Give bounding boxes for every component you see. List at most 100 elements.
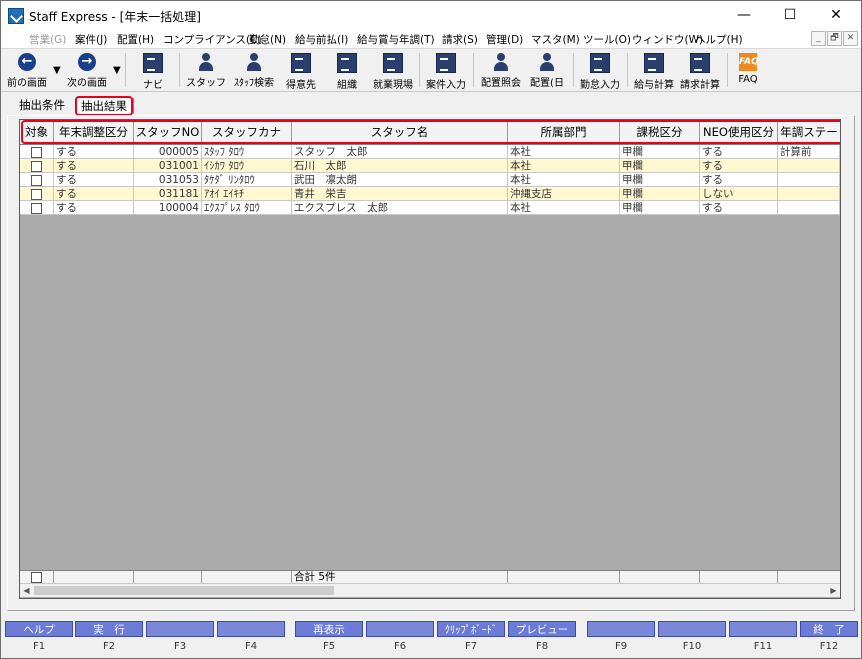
f7-clipboard-button[interactable]: ｸﾘｯﾌﾟﾎﾞｰﾄﾞ	[437, 621, 505, 637]
f12-key-label: F12	[819, 641, 839, 652]
total-count: 合計 5件	[292, 571, 508, 583]
table-row[interactable]: する 000005 ｽﾀｯﾌ ﾀﾛｳ スタッフ 太郎 本社 甲欄 する 計算前	[20, 145, 840, 159]
row-checkbox[interactable]	[31, 161, 42, 172]
table-row[interactable]: する 100004 ｴｸｽﾌﾟﾚｽ ﾀﾛｳ エクスプレス 太郎 本社 甲欄 する	[20, 201, 840, 215]
menu-compliance[interactable]: コンプライアンス(C)	[163, 32, 262, 47]
payroll-calc-icon	[644, 53, 664, 73]
col-year-end-adjustment[interactable]: 年末調整区分	[54, 120, 134, 144]
f5-key-label: F5	[322, 641, 336, 652]
f5-refresh-button[interactable]: 再表示	[295, 621, 363, 637]
faq-icon: FAQ	[739, 53, 759, 71]
staff-search-button[interactable]: ｽﾀｯﾌ検索	[229, 51, 279, 89]
cell-tax-category: 甲欄	[620, 145, 700, 159]
scroll-left-icon[interactable]: ◀	[20, 584, 33, 597]
next-screen-dropdown[interactable]: ▼	[113, 65, 121, 76]
navi-icon	[143, 53, 163, 73]
col-staff-name[interactable]: スタッフ名	[292, 120, 508, 144]
table-row[interactable]: する 031001 ｲｼｶﾜ ﾀﾛｳ 石川 太郎 本社 甲欄 する	[20, 159, 840, 173]
f9-button[interactable]	[587, 621, 655, 637]
f2-key-label: F2	[102, 641, 116, 652]
worksite-button[interactable]: 就業現場	[371, 51, 415, 91]
f11-button[interactable]	[729, 621, 797, 637]
faq-label: FAQ	[738, 74, 758, 85]
function-key-bar: ヘルプ 実 行 再表示 ｸﾘｯﾌﾟﾎﾞｰﾄﾞ プレビュー 終 了 F1 F2 F…	[1, 621, 861, 658]
minimize-button[interactable]: —	[721, 1, 767, 30]
scroll-right-icon[interactable]: ▶	[827, 584, 840, 597]
tab-extraction-conditions[interactable]: 抽出条件	[15, 96, 69, 114]
horizontal-scrollbar[interactable]: ◀ ▶	[20, 583, 840, 597]
col-target[interactable]: 対象	[20, 120, 54, 144]
col-staff-no[interactable]: スタッフNO	[134, 120, 202, 144]
next-screen-button[interactable]: → 次の画面	[63, 51, 111, 89]
menu-window[interactable]: ウィンドウ(W)	[632, 32, 703, 47]
row-checkbox[interactable]	[31, 203, 42, 214]
f3-button[interactable]	[146, 621, 214, 637]
cell-nencho-status	[778, 187, 840, 201]
menu-help[interactable]: ヘルプ(H)	[695, 32, 743, 47]
placement-daily-button[interactable]: 配置(日	[525, 51, 569, 89]
prev-screen-dropdown[interactable]: ▼	[53, 65, 61, 76]
cell-staff-name: スタッフ 太郎	[292, 145, 508, 159]
f2-execute-button[interactable]: 実 行	[75, 621, 143, 637]
cell-staff-kana: ｲｼｶﾜ ﾀﾛｳ	[202, 159, 292, 173]
placement-inquiry-button[interactable]: 配置照会	[477, 51, 525, 89]
prev-screen-button[interactable]: ← 前の画面	[3, 51, 51, 89]
toolbar-separator	[125, 53, 126, 87]
menu-anken[interactable]: 案件(J)	[75, 32, 107, 47]
arrow-right-icon: →	[78, 53, 96, 71]
navi-label: ナビ	[143, 80, 163, 91]
col-nencho-status[interactable]: 年調ステー	[778, 120, 840, 144]
table-row[interactable]: する 031181 ｱｵｲ ｴｲｷﾁ 青井 栄吉 沖縄支店 甲欄 しない	[20, 187, 840, 201]
table-row[interactable]: する 031053 ﾀｹﾀﾞ ﾘﾝﾀﾛｳ 武田 凛太朗 本社 甲欄 する	[20, 173, 840, 187]
staff-button[interactable]: スタッフ	[183, 51, 229, 89]
f12-exit-button[interactable]: 終 了	[800, 621, 858, 637]
menu-kyuyo-shoyo-nencho[interactable]: 給与賞与年調(T)	[357, 32, 435, 47]
payroll-calc-button[interactable]: 給与計算	[631, 51, 677, 91]
navi-button[interactable]: ナビ	[131, 51, 175, 91]
menu-kyuyo-maebarai[interactable]: 給与前払(I)	[295, 32, 348, 47]
case-entry-button[interactable]: 案件入力	[423, 51, 469, 91]
row-checkbox-cell	[20, 159, 54, 173]
f1-key-label: F1	[32, 641, 46, 652]
f10-button[interactable]	[658, 621, 726, 637]
f4-button[interactable]	[217, 621, 285, 637]
attendance-entry-button[interactable]: 勤怠入力	[577, 51, 623, 91]
client-button[interactable]: 得意先	[281, 51, 321, 91]
f3-key-label: F3	[173, 641, 187, 652]
maximize-button[interactable]: ☐	[767, 1, 813, 30]
cell-staff-name: エクスプレス 太郎	[292, 201, 508, 215]
tab-extraction-results[interactable]: 抽出結果	[75, 96, 133, 116]
row-checkbox[interactable]	[31, 147, 42, 158]
toolbar-separator	[727, 53, 728, 87]
select-all-checkbox[interactable]	[31, 572, 42, 583]
mdi-restore-button[interactable]: 🗗	[827, 31, 842, 46]
organization-button[interactable]: 組織	[327, 51, 367, 91]
menu-haichi[interactable]: 配置(H)	[117, 32, 154, 47]
f6-button[interactable]	[366, 621, 434, 637]
f8-preview-button[interactable]: プレビュー	[508, 621, 576, 637]
mdi-close-button[interactable]: ✕	[843, 31, 858, 46]
billing-calc-button[interactable]: 請求計算	[677, 51, 723, 91]
col-department[interactable]: 所属部門	[508, 120, 620, 144]
cell-nencho-status	[778, 173, 840, 187]
grid-total-row: 合計 5件	[20, 570, 840, 583]
col-staff-kana[interactable]: スタッフカナ	[202, 120, 292, 144]
row-checkbox[interactable]	[31, 175, 42, 186]
col-tax-category[interactable]: 課税区分	[620, 120, 700, 144]
menu-kintai[interactable]: 勤怠(N)	[249, 32, 286, 47]
total-empty-cell	[700, 571, 778, 583]
menu-tool[interactable]: ツール(O)	[583, 32, 631, 47]
row-checkbox-cell	[20, 145, 54, 159]
scroll-thumb[interactable]	[34, 586, 334, 595]
row-checkbox[interactable]	[31, 189, 42, 200]
f1-help-button[interactable]: ヘルプ	[5, 621, 73, 637]
faq-button[interactable]: FAQ FAQ	[731, 51, 765, 89]
menu-seikyu[interactable]: 請求(S)	[442, 32, 478, 47]
col-neo-usage[interactable]: NEO使用区分	[700, 120, 778, 144]
close-button[interactable]: ✕	[813, 1, 859, 30]
mdi-minimize-button[interactable]: _	[811, 31, 826, 46]
menu-eigyo[interactable]: 営業(G)	[29, 32, 66, 47]
menu-kanri[interactable]: 管理(D)	[486, 32, 523, 47]
menu-master[interactable]: マスタ(M)	[531, 32, 580, 47]
cell-neo-usage: する	[700, 145, 778, 159]
